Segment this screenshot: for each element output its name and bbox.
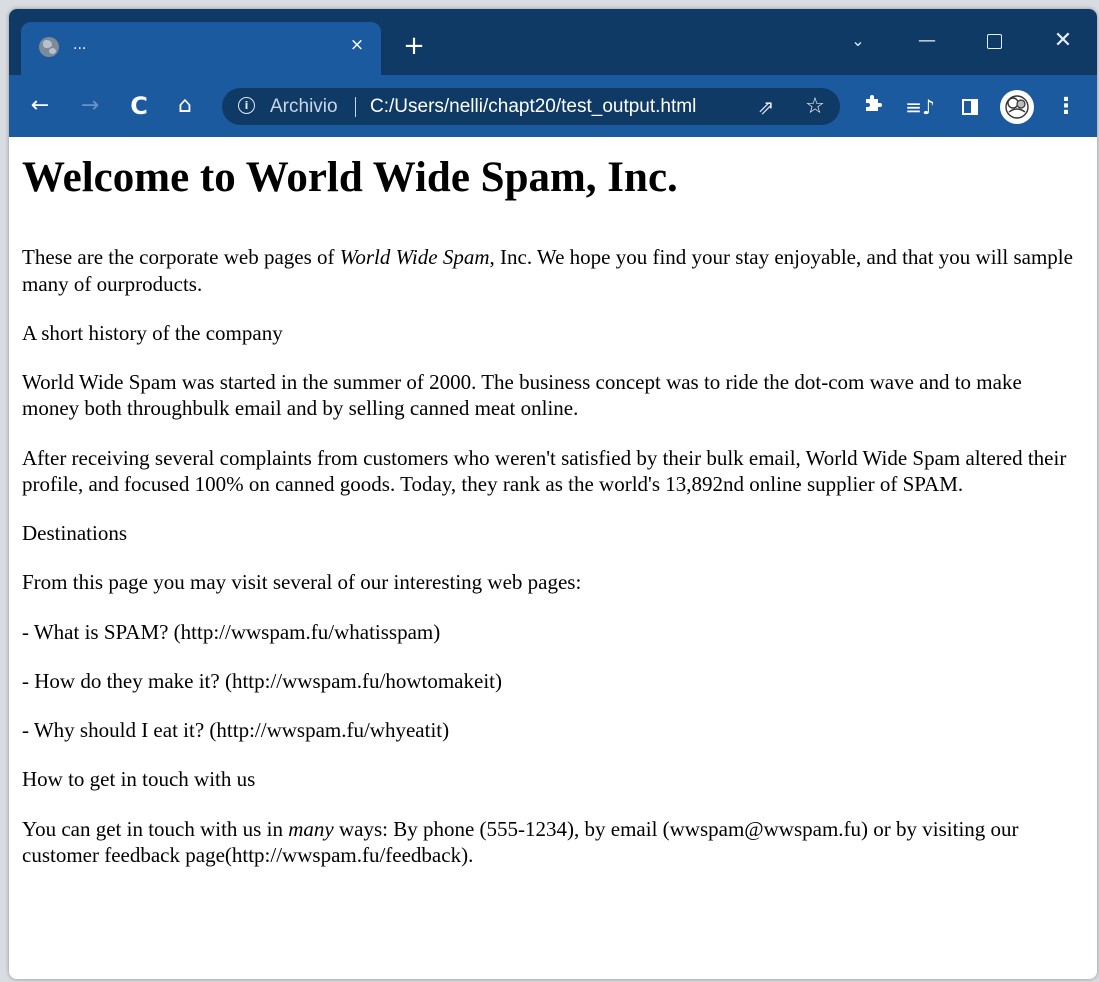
forward-button[interactable]: → — [75, 91, 105, 121]
history-paragraph-1: World Wide Spam was started in the summe… — [22, 370, 1022, 421]
bookmark-star-icon[interactable]: ☆ — [802, 94, 828, 120]
reload-button[interactable]: C — [124, 91, 154, 121]
page-content: Welcome to World Wide Spam, Inc. These a… — [9, 137, 1097, 979]
share-icon[interactable]: ⇗ — [753, 95, 779, 119]
menu-kebab-icon[interactable]: ⋮ — [1051, 92, 1081, 122]
address-separator — [355, 97, 356, 117]
tab-search-chevron-icon[interactable]: ⌄ — [838, 21, 878, 61]
page-body: Welcome to World Wide Spam, Inc. These a… — [22, 153, 1084, 891]
contact-emphasis: many — [288, 816, 334, 841]
side-panel-glyph — [962, 99, 978, 115]
profile-avatar[interactable] — [1000, 90, 1034, 124]
link-item-howtomakeit: - How do they make it? (http://wwspam.fu… — [22, 668, 502, 693]
intro-paragraph: These are the corporate web pages of Wor… — [22, 244, 1084, 297]
maximize-button[interactable] — [974, 21, 1014, 61]
tab-title: ... — [73, 37, 87, 53]
close-window-button[interactable]: ✕ — [1043, 21, 1083, 61]
browser-toolbar: ← → C ⌂ i Archivio C:/Users/nelli/chapt2… — [9, 75, 1097, 137]
destinations-intro: From this page you may visit several of … — [22, 570, 582, 595]
contact-paragraph: You can get in touch with us in many way… — [22, 816, 1084, 869]
puzzle-icon[interactable] — [858, 92, 888, 122]
contact-heading: How to get in touch with us — [22, 767, 256, 792]
tab-close-icon[interactable]: × — [346, 34, 368, 56]
media-control-icon[interactable]: ≡♪ — [905, 92, 935, 122]
history-heading: A short history of the company — [22, 320, 283, 345]
page-title: Welcome to World Wide Spam, Inc. — [22, 154, 678, 201]
contact-text-start: You can get in touch with us in — [22, 816, 289, 841]
history-paragraph-2: After receiving several complaints from … — [22, 445, 1067, 496]
browser-window: ... × + ⌄ — ✕ ← → C ⌂ i Archivio C:/User… — [9, 9, 1097, 979]
address-scheme-label: Archivio — [270, 96, 338, 117]
address-url[interactable]: C:/Users/nelli/chapt20/test_output.html — [370, 96, 696, 118]
back-button[interactable]: ← — [25, 91, 55, 121]
home-button[interactable]: ⌂ — [170, 91, 200, 121]
side-panel-icon[interactable] — [955, 92, 985, 122]
intro-company-emphasis: World Wide Spam — [339, 245, 490, 270]
address-bar[interactable]: i Archivio C:/Users/nelli/chapt20/test_o… — [222, 88, 840, 125]
avatar-graphic — [1005, 95, 1029, 119]
new-tab-button[interactable]: + — [401, 33, 427, 59]
intro-text-start: These are the corporate web pages of — [22, 245, 340, 270]
destinations-heading: Destinations — [22, 521, 127, 546]
info-icon[interactable]: i — [238, 97, 255, 114]
link-item-whyeatit: - Why should I eat it? (http://wwspam.fu… — [22, 718, 450, 743]
maximize-icon — [986, 34, 1002, 49]
minimize-button[interactable]: — — [907, 21, 947, 61]
title-bar: ... × + ⌄ — ✕ — [9, 9, 1097, 75]
puzzle-icon-glyph — [866, 95, 882, 111]
globe-icon — [39, 37, 59, 57]
link-item-whatisspam: - What is SPAM? (http://wwspam.fu/whatis… — [22, 619, 441, 644]
